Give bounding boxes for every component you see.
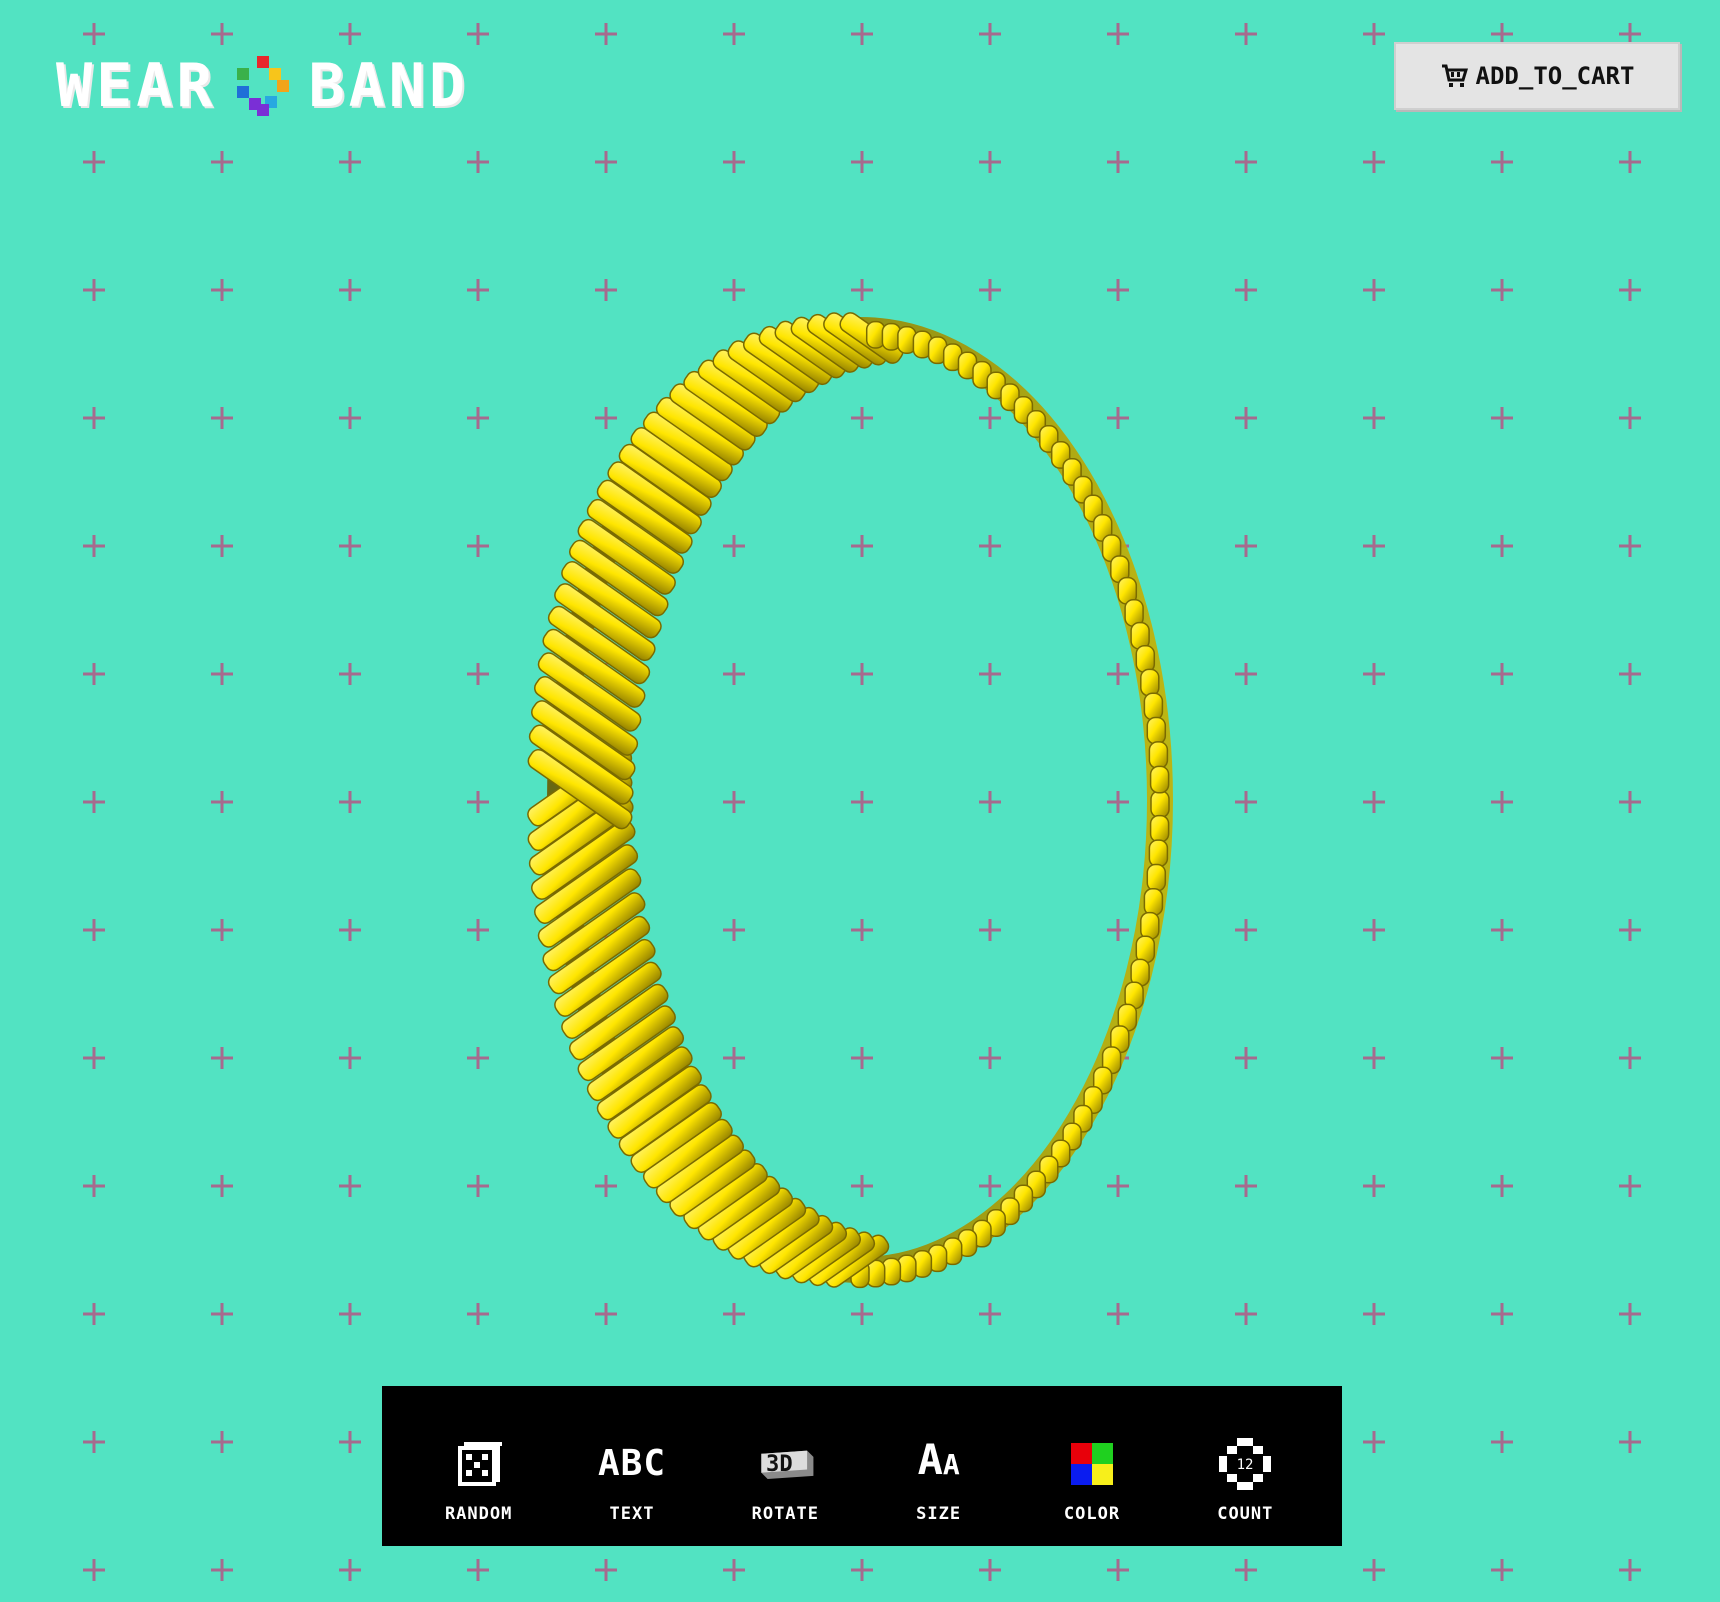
shopping-cart-icon: [1441, 64, 1468, 87]
tool-label: ROTATE: [751, 1504, 820, 1524]
band-link-segment: [1148, 839, 1169, 868]
band-link-segment: [1135, 935, 1156, 964]
svg-text:12: 12: [1237, 1457, 1254, 1473]
dice-icon: [457, 1442, 502, 1486]
band-link-segment: [1130, 621, 1150, 650]
brand-word-right: BAND: [308, 51, 469, 121]
abc-text-icon: ABC: [597, 1443, 666, 1484]
tool-random-button[interactable]: RANDOM: [414, 1406, 544, 1526]
tool-label: SIZE: [916, 1504, 962, 1524]
band-link-segment: [1150, 790, 1170, 819]
count-ring-icon: 12: [1219, 1438, 1272, 1490]
wristband-3d-model[interactable]: [420, 280, 1200, 1320]
tool-size-button[interactable]: AA SIZE: [874, 1406, 1004, 1526]
tool-text-button[interactable]: ABC TEXT: [567, 1406, 697, 1526]
tool-color-button[interactable]: COLOR: [1027, 1406, 1157, 1526]
add-to-cart-button[interactable]: ADD_TO_CART: [1394, 42, 1680, 110]
band-link-segment: [1140, 668, 1160, 697]
3d-rotate-icon: 3D: [761, 1450, 814, 1479]
tool-label: TEXT: [609, 1504, 655, 1524]
band-link-segment: [1149, 814, 1170, 843]
band-link-segment: [1143, 887, 1164, 916]
brand-word-left: WEAR: [56, 51, 217, 121]
band-link-segment: [1146, 863, 1167, 892]
tool-count-button[interactable]: 12 COUNT: [1180, 1406, 1310, 1526]
tool-label: COUNT: [1217, 1504, 1274, 1524]
band-link-segment: [1143, 692, 1164, 721]
svg-text:3D: 3D: [766, 1451, 793, 1477]
band-link-segment: [1149, 765, 1170, 794]
font-size-icon: AA: [917, 1434, 960, 1484]
brand-mark-icon: [236, 56, 289, 116]
tool-rotate-button[interactable]: 3D ROTATE: [720, 1406, 850, 1526]
add-to-cart-label: ADD_TO_CART: [1475, 62, 1635, 90]
color-palette-icon: [1070, 1443, 1113, 1485]
band-link-segment: [1146, 716, 1167, 745]
customizer-toolbar: RANDOM ABC TEXT 3D ROTATE AA SIZE COLOR …: [382, 1386, 1342, 1546]
tool-label: COLOR: [1063, 1504, 1121, 1524]
brand-logo[interactable]: WEAR BAND: [56, 54, 469, 118]
band-link-segment: [1148, 741, 1169, 770]
band-link-segment: [1140, 911, 1160, 940]
tool-label: RANDOM: [444, 1504, 513, 1524]
band-link-segment: [1135, 645, 1156, 673]
